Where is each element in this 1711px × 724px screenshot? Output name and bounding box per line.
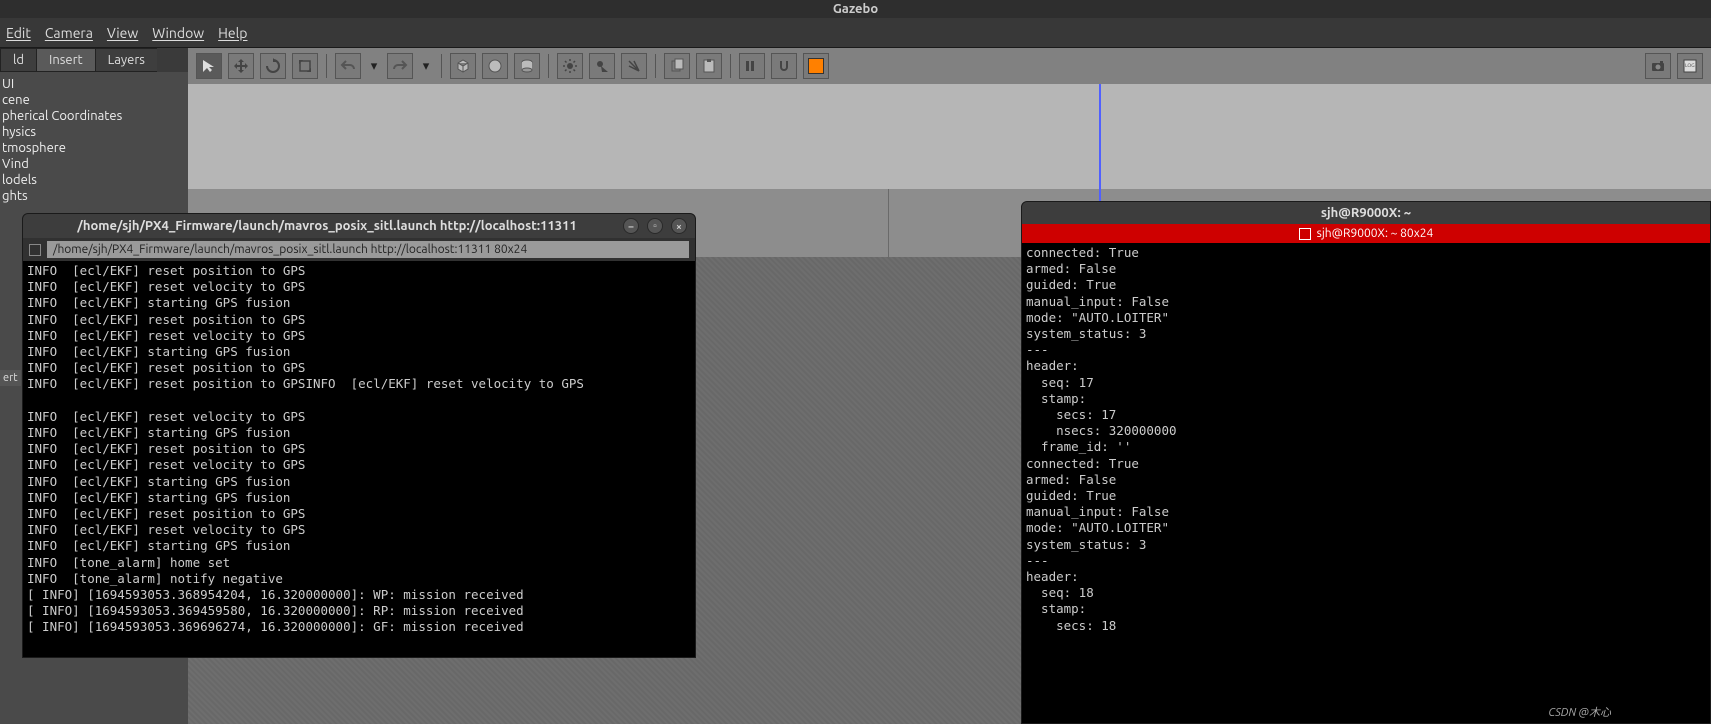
tree-item-physics[interactable]: hysics	[0, 124, 188, 140]
undo-dropdown-icon[interactable]: ▾	[367, 53, 381, 79]
menu-camera[interactable]: Camera	[45, 25, 93, 41]
terminal-window-2[interactable]: sjh@R9000X: ~ sjh@R9000X: ~ 80x24 connec…	[1021, 201, 1711, 724]
terminal-2-titlebar[interactable]: sjh@R9000X: ~	[1022, 202, 1710, 224]
terminal-1-title: /home/sjh/PX4_Firmware/launch/mavros_pos…	[31, 219, 623, 233]
sidebar-tab-insert[interactable]: Insert	[36, 48, 95, 72]
terminal-2-tabbar: sjh@R9000X: ~ 80x24	[1022, 224, 1710, 243]
tree-item-scene[interactable]: cene	[0, 92, 188, 108]
terminal-split-icon[interactable]	[1299, 228, 1311, 240]
menu-edit[interactable]: Edit	[6, 25, 31, 41]
sphere-shape-icon[interactable]	[482, 53, 508, 79]
close-icon[interactable]: ×	[671, 218, 687, 234]
terminal-split-icon[interactable]	[29, 244, 41, 256]
paste-icon[interactable]	[696, 53, 722, 79]
menu-window[interactable]: Window	[152, 25, 204, 41]
watermark-text: CSDN @木心	[1548, 704, 1611, 720]
terminal-2-title: sjh@R9000X: ~	[1030, 206, 1702, 220]
sidebar-tab-layers[interactable]: Layers	[95, 48, 157, 72]
orange-tool-icon[interactable]	[803, 53, 829, 79]
rotate-tool-icon[interactable]	[260, 53, 286, 79]
directional-light-icon[interactable]	[621, 53, 647, 79]
camera-icon[interactable]	[1645, 53, 1671, 79]
sidebar-tree: UI cene pherical Coordinates hysics tmos…	[0, 72, 188, 208]
log-icon[interactable]: LOG	[1677, 53, 1703, 79]
tree-item-lights[interactable]: ghts	[0, 188, 188, 204]
terminal-1-tab[interactable]: /home/sjh/PX4_Firmware/launch/mavros_pos…	[47, 241, 689, 258]
move-tool-icon[interactable]	[228, 53, 254, 79]
magnet-icon[interactable]	[771, 53, 797, 79]
app-title: Gazebo	[0, 0, 1711, 18]
terminal-1-titlebar[interactable]: /home/sjh/PX4_Firmware/launch/mavros_pos…	[23, 214, 695, 238]
sidebar-tabs: ld Insert Layers	[0, 48, 188, 72]
point-light-icon[interactable]	[557, 53, 583, 79]
tree-item-gui[interactable]: UI	[0, 76, 188, 92]
menu-help[interactable]: Help	[218, 25, 247, 41]
redo-dropdown-icon[interactable]: ▾	[419, 53, 433, 79]
terminal-window-1[interactable]: /home/sjh/PX4_Firmware/launch/mavros_pos…	[22, 213, 696, 658]
sidebar-tab-world[interactable]: ld	[0, 48, 36, 72]
toolbar: ▾ ▾ LOG	[188, 48, 1711, 84]
cylinder-shape-icon[interactable]	[514, 53, 540, 79]
terminal-1-body[interactable]: INFO [ecl/EKF] reset position to GPS INF…	[23, 261, 695, 657]
menu-bar: Edit Camera View Window Help	[0, 18, 1711, 48]
box-shape-icon[interactable]	[450, 53, 476, 79]
maximize-icon[interactable]: ▫	[647, 218, 663, 234]
select-tool-icon[interactable]	[196, 53, 222, 79]
svg-text:LOG: LOG	[1685, 62, 1695, 68]
tree-item-models[interactable]: lodels	[0, 172, 188, 188]
snap-icon[interactable]	[739, 53, 765, 79]
minimize-icon[interactable]: –	[623, 218, 639, 234]
terminal-2-tab[interactable]: sjh@R9000X: ~ 80x24	[1317, 227, 1434, 240]
scale-tool-icon[interactable]	[292, 53, 318, 79]
copy-icon[interactable]	[664, 53, 690, 79]
undo-icon[interactable]	[335, 53, 361, 79]
redo-icon[interactable]	[387, 53, 413, 79]
sky-area	[188, 84, 1711, 189]
terminal-2-body[interactable]: connected: True armed: False guided: Tru…	[1022, 243, 1710, 723]
tree-item-wind[interactable]: Vind	[0, 156, 188, 172]
terminal-1-tabbar: /home/sjh/PX4_Firmware/launch/mavros_pos…	[23, 238, 695, 261]
side-dock-tab[interactable]: ert	[0, 370, 21, 386]
spot-light-icon[interactable]	[589, 53, 615, 79]
tree-item-sph[interactable]: pherical Coordinates	[0, 108, 188, 124]
tree-item-atmosphere[interactable]: tmosphere	[0, 140, 188, 156]
menu-view[interactable]: View	[107, 25, 138, 41]
